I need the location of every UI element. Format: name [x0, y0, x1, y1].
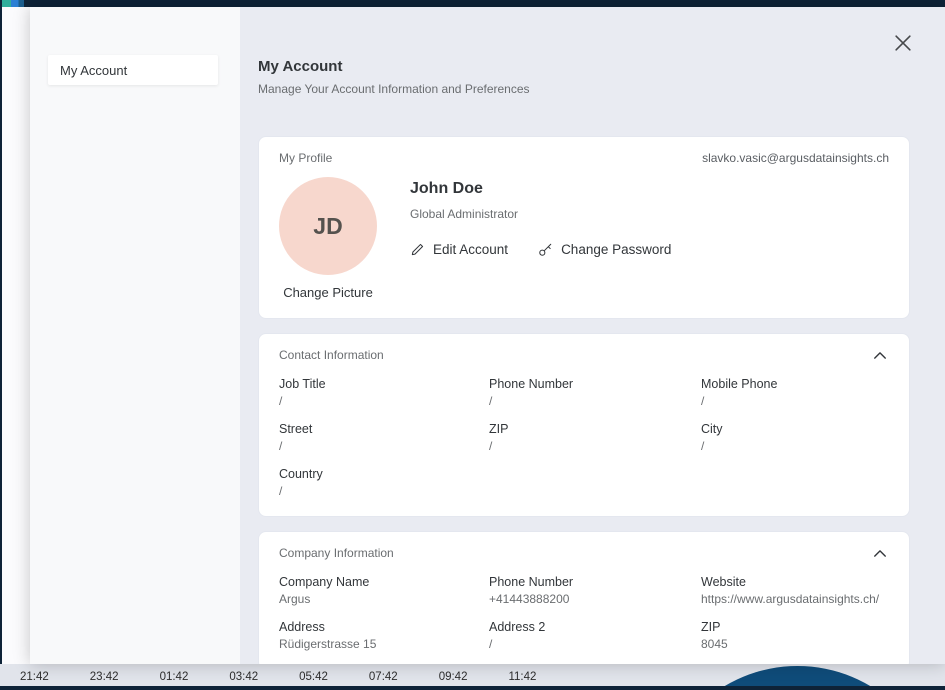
- change-picture-button[interactable]: Change Picture: [283, 285, 373, 300]
- field-company-name: Company Name Argus: [279, 575, 489, 606]
- company-fields: Company Name Argus Phone Number +4144388…: [279, 575, 889, 651]
- field-label: Phone Number: [489, 575, 701, 589]
- profile-info: John Doe Global Administrator Edit Accou…: [410, 177, 671, 300]
- field-label: Street: [279, 422, 489, 436]
- axis-label: 09:42: [439, 671, 468, 683]
- field-label: Company Name: [279, 575, 489, 589]
- account-email: slavko.vasic@argusdatainsights.ch: [702, 151, 889, 165]
- contact-card-header: Contact Information: [279, 348, 889, 362]
- field-label: Website: [701, 575, 889, 589]
- chevron-up-icon: [873, 351, 887, 360]
- avatar-initials: JD: [313, 213, 342, 240]
- axis-label: 23:42: [90, 671, 119, 683]
- field-value: /: [489, 637, 701, 651]
- field-label: City: [701, 422, 889, 436]
- dialog-sidebar: My Account: [30, 7, 240, 664]
- page-left-gutter: [0, 7, 30, 664]
- company-card-header: Company Information: [279, 546, 889, 560]
- field-label: ZIP: [489, 422, 701, 436]
- axis-label: 07:42: [369, 671, 398, 683]
- field-label: Job Title: [279, 377, 489, 391]
- change-password-label: Change Password: [561, 242, 671, 257]
- axis-label: 11:42: [508, 671, 536, 683]
- field-zip: ZIP /: [489, 422, 701, 453]
- sidebar-item-label: My Account: [60, 63, 127, 78]
- field-value: /: [279, 439, 489, 453]
- field-street: Street /: [279, 422, 489, 453]
- contact-card: Contact Information Job Title / Phone Nu…: [258, 333, 910, 517]
- axis-label: 05:42: [299, 671, 328, 683]
- avatar-column: JD Change Picture: [279, 177, 377, 300]
- bottom-window-bar: [0, 686, 945, 690]
- dialog-subtitle: Manage Your Account Information and Pref…: [258, 82, 910, 96]
- field-label: Address 2: [489, 620, 701, 634]
- field-value: /: [489, 439, 701, 453]
- field-label: Address: [279, 620, 489, 634]
- axis-label: 01:42: [160, 671, 189, 683]
- axis-label: 03:42: [229, 671, 258, 683]
- company-section-title: Company Information: [279, 546, 394, 560]
- company-collapse-button[interactable]: [871, 547, 889, 560]
- profile-body: JD Change Picture John Doe Global Admini…: [279, 177, 889, 300]
- chevron-up-icon: [873, 549, 887, 558]
- field-job-title: Job Title /: [279, 377, 489, 408]
- edit-account-label: Edit Account: [433, 242, 508, 257]
- field-value: /: [489, 394, 701, 408]
- field-label: Phone Number: [489, 377, 701, 391]
- close-button[interactable]: [891, 31, 915, 55]
- contact-collapse-button[interactable]: [871, 349, 889, 362]
- field-value: /: [701, 439, 889, 453]
- field-value: +41443888200: [489, 592, 701, 606]
- field-value: 8045: [701, 637, 889, 651]
- dialog-content: My Account Manage Your Account Informati…: [240, 7, 945, 664]
- top-window-bar: [0, 0, 945, 7]
- dialog-title: My Account: [258, 58, 910, 75]
- field-city: City /: [701, 422, 889, 453]
- field-value: /: [279, 394, 489, 408]
- key-icon: [538, 242, 553, 257]
- field-website: Website https://www.argusdatainsights.ch…: [701, 575, 889, 606]
- pencil-icon: [410, 242, 425, 257]
- field-value: /: [279, 484, 489, 498]
- profile-actions: Edit Account Change Password: [410, 242, 671, 257]
- contact-section-title: Contact Information: [279, 348, 384, 362]
- field-mobile-phone: Mobile Phone /: [701, 377, 889, 408]
- user-role: Global Administrator: [410, 207, 671, 221]
- chart-x-axis-labels: 21:42 23:42 01:42 03:42 05:42 07:42 09:4…: [20, 671, 536, 683]
- contact-fields: Job Title / Phone Number / Mobile Phone …: [279, 377, 889, 498]
- edit-account-button[interactable]: Edit Account: [410, 242, 508, 257]
- profile-card-header: My Profile slavko.vasic@argusdatainsight…: [279, 151, 889, 165]
- field-value: /: [701, 394, 889, 408]
- field-label: ZIP: [701, 620, 889, 634]
- field-country: Country /: [279, 467, 489, 498]
- change-password-button[interactable]: Change Password: [538, 242, 671, 257]
- close-icon: [895, 35, 911, 51]
- field-address: Address Rüdigerstrasse 15: [279, 620, 489, 651]
- app-logo: [2, 0, 24, 7]
- user-name: John Doe: [410, 180, 671, 198]
- field-phone-number: Phone Number /: [489, 377, 701, 408]
- my-account-dialog: My Account My Account Manage Your Accoun…: [30, 7, 945, 664]
- axis-label: 21:42: [20, 671, 49, 683]
- field-company-phone: Phone Number +41443888200: [489, 575, 701, 606]
- field-company-zip: ZIP 8045: [701, 620, 889, 651]
- company-card: Company Information Company Name Argus P…: [258, 531, 910, 664]
- screen: { "page": { "axis_labels": ["21:42","23:…: [0, 0, 945, 690]
- profile-section-title: My Profile: [279, 151, 332, 165]
- field-label: Mobile Phone: [701, 377, 889, 391]
- field-label: Country: [279, 467, 489, 481]
- field-value: https://www.argusdatainsights.ch/: [701, 592, 889, 606]
- chart-axis-strip: 21:42 23:42 01:42 03:42 05:42 07:42 09:4…: [0, 664, 945, 690]
- field-address-2: Address 2 /: [489, 620, 701, 651]
- field-value: Rüdigerstrasse 15: [279, 637, 489, 651]
- avatar: JD: [279, 177, 377, 275]
- sidebar-item-my-account[interactable]: My Account: [48, 55, 218, 85]
- field-value: Argus: [279, 592, 489, 606]
- profile-card: My Profile slavko.vasic@argusdatainsight…: [258, 136, 910, 319]
